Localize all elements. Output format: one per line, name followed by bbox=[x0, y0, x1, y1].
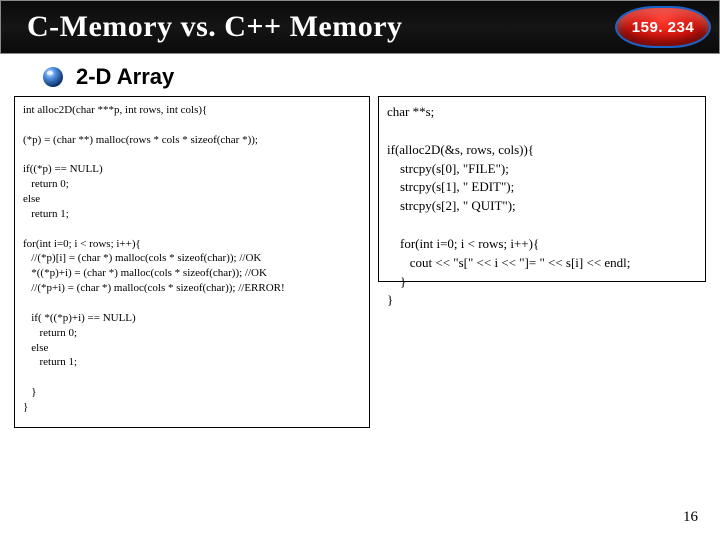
title-bar: C-Memory vs. C++ Memory 159. 234 bbox=[0, 0, 720, 54]
slide-title: C-Memory vs. C++ Memory bbox=[27, 10, 403, 44]
section-title: 2-D Array bbox=[76, 64, 174, 90]
sphere-bullet-icon bbox=[42, 66, 64, 88]
code-panes: int alloc2D(char ***p, int rows, int col… bbox=[0, 96, 720, 428]
left-code-box: int alloc2D(char ***p, int rows, int col… bbox=[14, 96, 370, 428]
page-number: 16 bbox=[683, 509, 698, 526]
course-badge: 159. 234 bbox=[615, 6, 711, 48]
course-code: 159. 234 bbox=[632, 19, 694, 36]
right-code-box: char **s; if(alloc2D(&s, rows, cols)){ s… bbox=[378, 96, 706, 282]
section-heading: 2-D Array bbox=[42, 64, 720, 90]
